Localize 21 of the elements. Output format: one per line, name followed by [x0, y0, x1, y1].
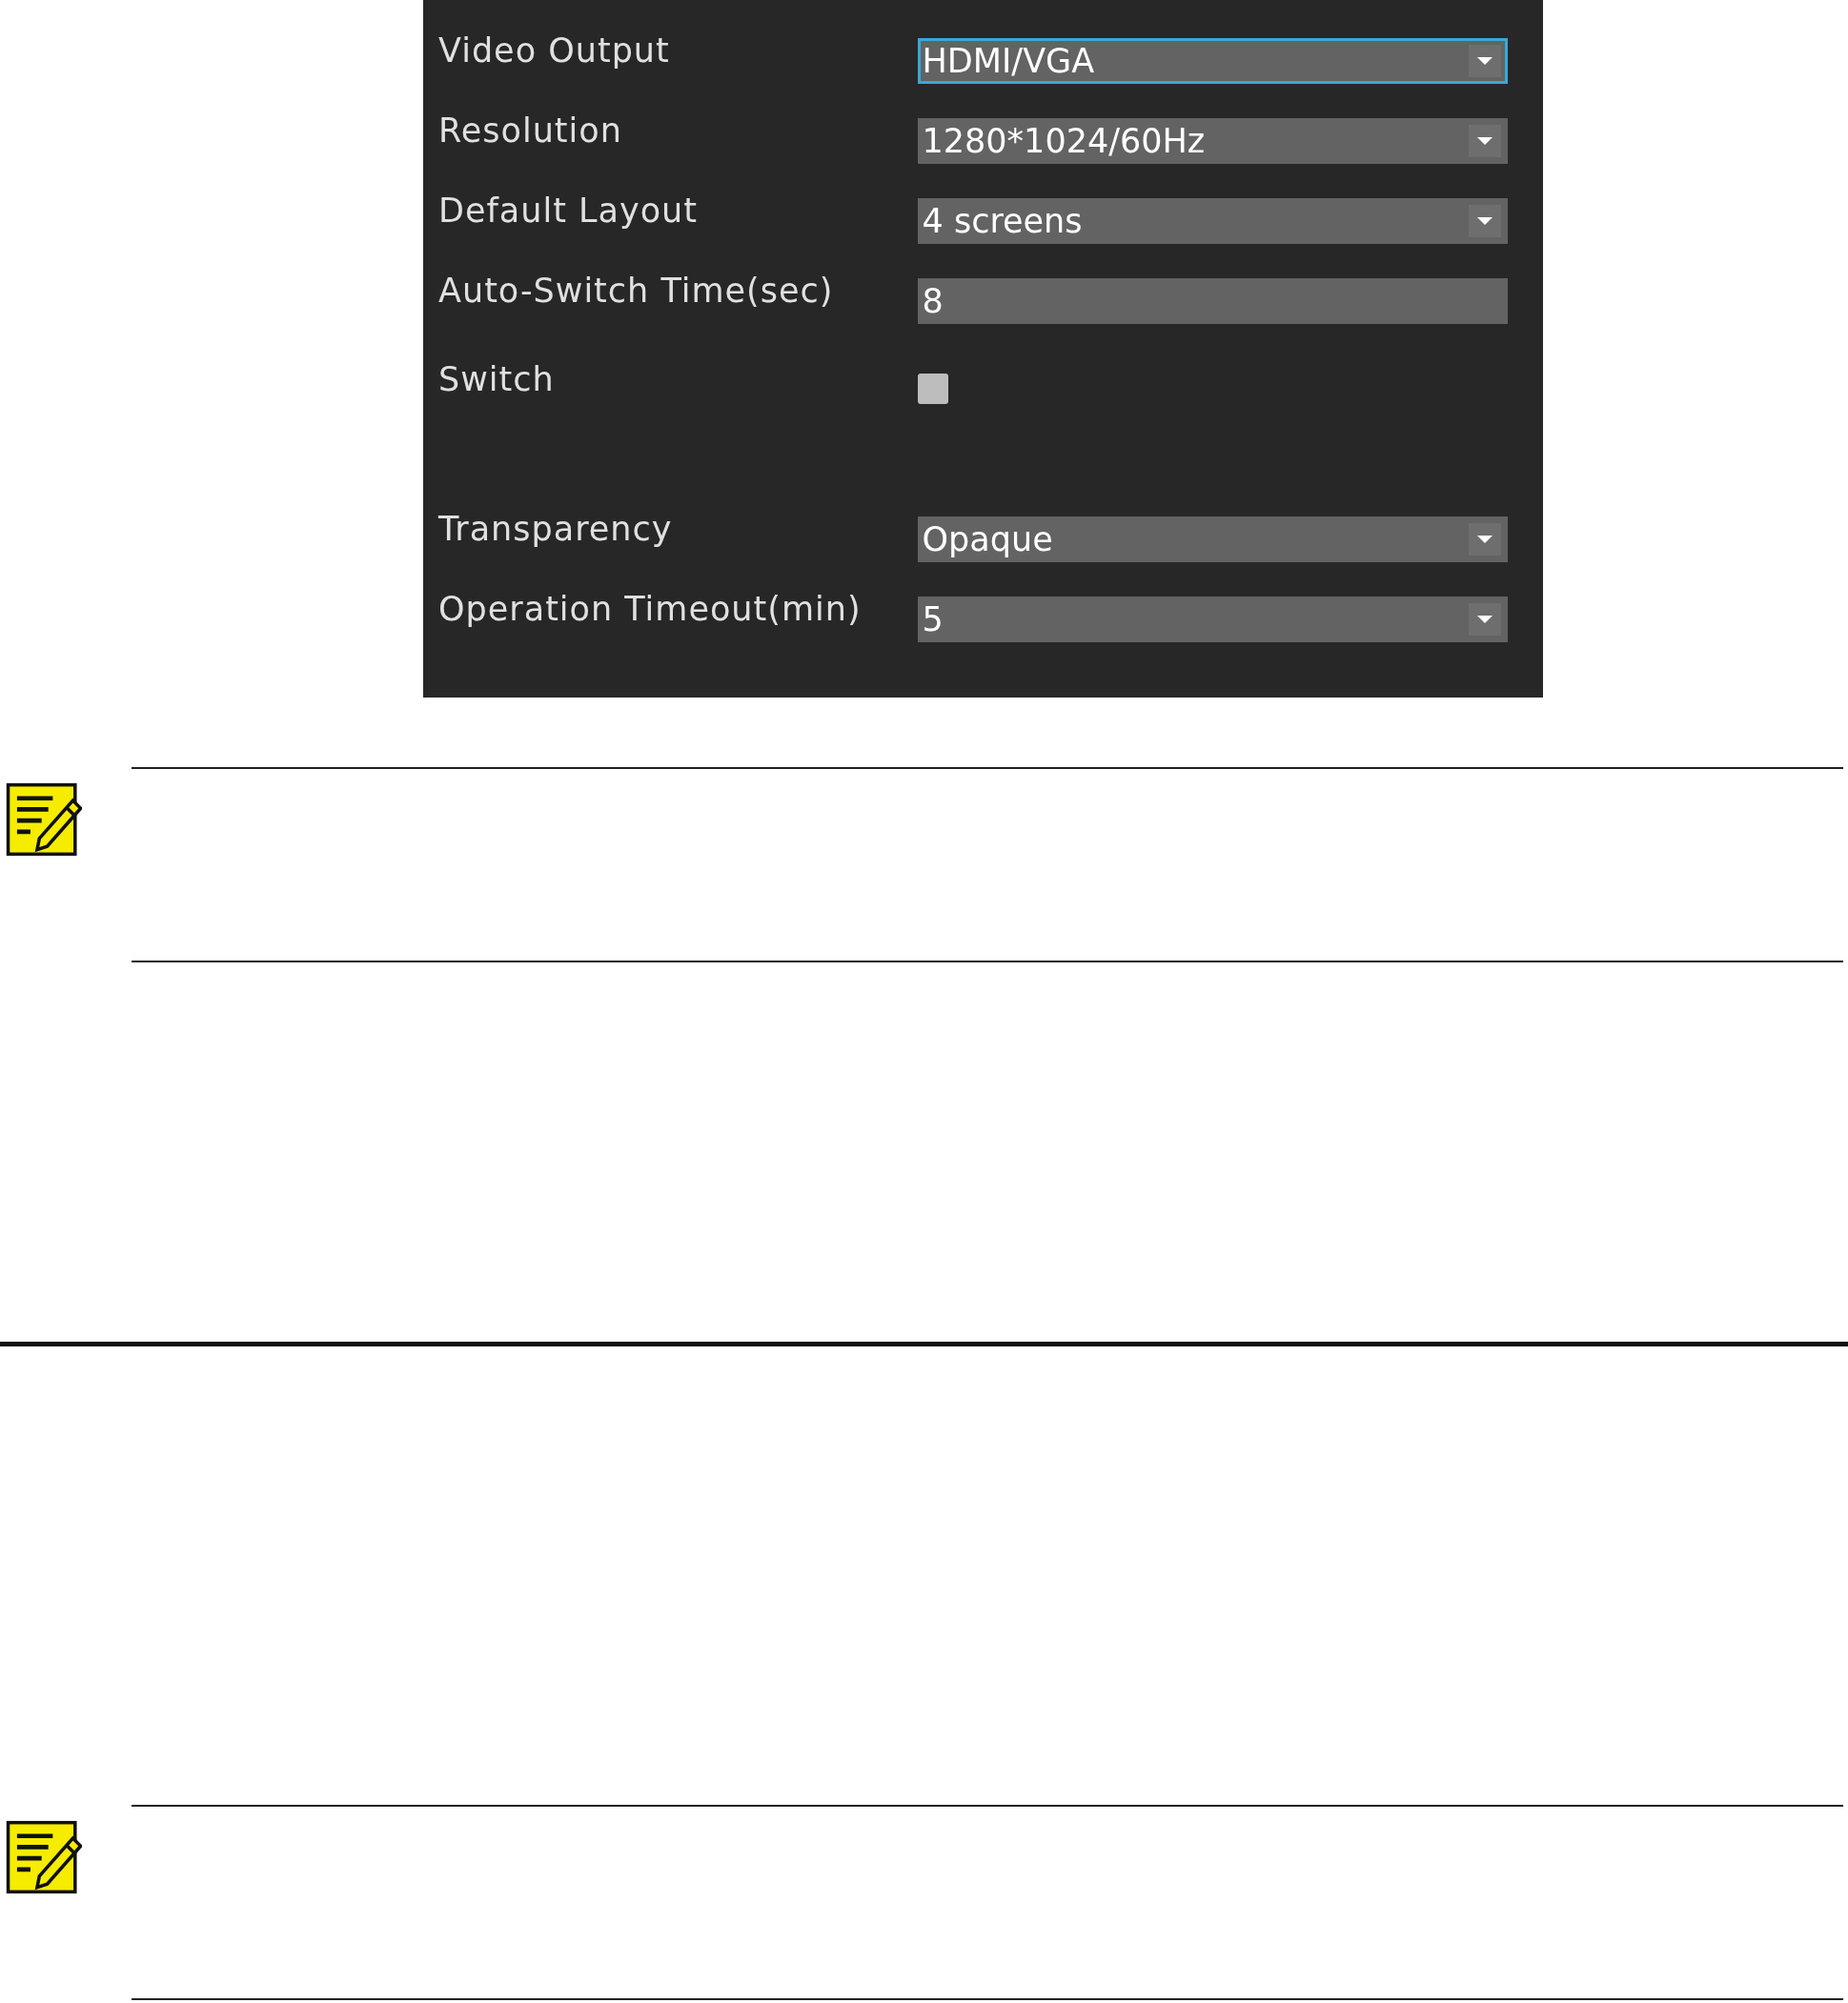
- note-pencil-icon: [6, 780, 82, 859]
- caret-icon: [1469, 205, 1501, 237]
- caret-icon: [1469, 603, 1501, 636]
- dropdown-field[interactable]: 1280*1024/60Hz: [917, 118, 1508, 164]
- setting-label: Switch: [438, 360, 556, 398]
- dropdown-field[interactable]: 5: [917, 597, 1508, 642]
- checkbox[interactable]: [918, 374, 948, 404]
- dropdown-field[interactable]: HDMI/VGA: [917, 38, 1508, 84]
- setting-label: Operation Timeout(min): [438, 590, 863, 628]
- note-pencil-icon: [6, 1818, 82, 1896]
- setting-label: Transparency: [438, 510, 674, 548]
- dropdown-field[interactable]: Opaque: [917, 516, 1508, 562]
- setting-label: Resolution: [438, 111, 623, 150]
- dropdown-field[interactable]: 4 screens: [917, 198, 1508, 244]
- setting-label: Video Output: [438, 31, 671, 70]
- setting-label: Default Layout: [438, 192, 699, 230]
- caret-icon: [1469, 125, 1501, 157]
- input-field[interactable]: 8: [917, 278, 1508, 324]
- caret-icon: [1469, 45, 1501, 77]
- setting-label: Auto-Switch Time(sec): [438, 272, 835, 310]
- caret-icon: [1469, 523, 1501, 556]
